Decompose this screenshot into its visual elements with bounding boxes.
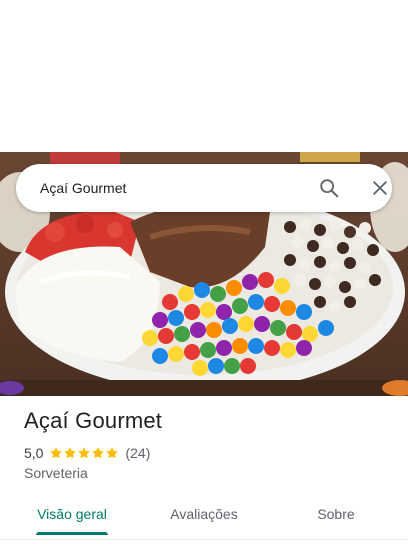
- rating-row[interactable]: 5,0 (24): [24, 444, 150, 462]
- search-icon[interactable]: [318, 177, 340, 199]
- place-category[interactable]: Sorveteria: [24, 465, 88, 481]
- place-title: Açaí Gourmet: [24, 408, 163, 433]
- close-icon[interactable]: [370, 178, 390, 198]
- tab-about[interactable]: Sobre: [296, 496, 376, 532]
- search-input[interactable]: Açaí Gourmet: [40, 164, 126, 212]
- rating-value: 5,0: [24, 445, 44, 461]
- review-count[interactable]: (24): [125, 445, 150, 461]
- star-icon: [92, 447, 105, 459]
- tab-reviews[interactable]: Avaliações: [156, 496, 252, 532]
- tab-bar: Visão geral Avaliações Sobre: [0, 496, 408, 536]
- tab-overview[interactable]: Visão geral: [24, 496, 120, 532]
- star-icon: [50, 447, 63, 459]
- star-icon: [64, 447, 77, 459]
- star-rating: [49, 446, 119, 460]
- tabs-divider: [0, 539, 408, 540]
- blank-header-area: [0, 0, 408, 152]
- search-bar[interactable]: Açaí Gourmet: [16, 164, 392, 212]
- star-icon: [106, 447, 119, 459]
- active-tab-indicator: [36, 532, 108, 535]
- star-icon: [78, 447, 91, 459]
